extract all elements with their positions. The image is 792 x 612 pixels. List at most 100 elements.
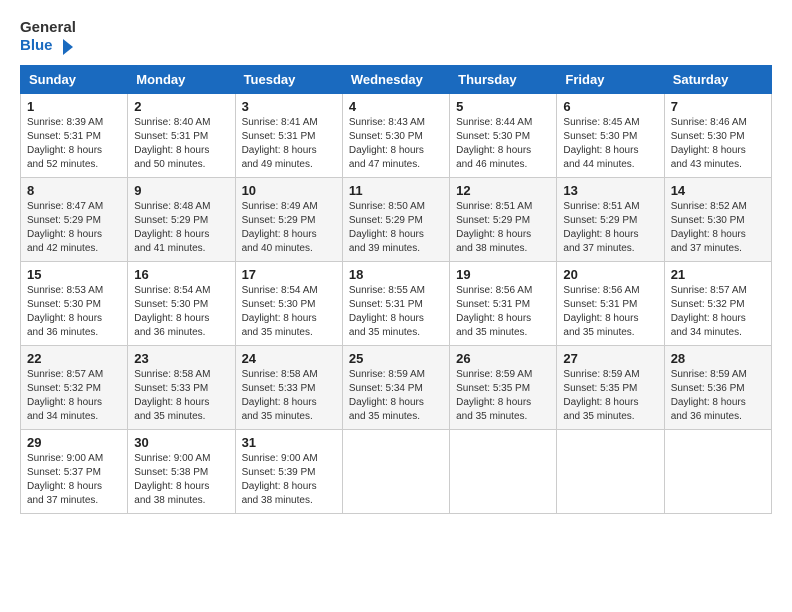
- day-info: Sunrise: 8:51 AM Sunset: 5:29 PM Dayligh…: [456, 200, 550, 256]
- calendar-cell: 21 Sunrise: 8:57 AM Sunset: 5:32 PM Dayli…: [664, 261, 771, 345]
- day-number: 30: [134, 435, 228, 450]
- day-number: 22: [27, 351, 121, 366]
- day-info: Sunrise: 9:00 AM Sunset: 5:39 PM Dayligh…: [242, 452, 336, 508]
- logo-line2: Blue: [20, 38, 53, 55]
- calendar-cell: 25 Sunrise: 8:59 AM Sunset: 5:34 PM Dayli…: [342, 345, 449, 429]
- day-info: Sunrise: 8:48 AM Sunset: 5:29 PM Dayligh…: [134, 200, 228, 256]
- day-info: Sunrise: 8:56 AM Sunset: 5:31 PM Dayligh…: [563, 284, 657, 340]
- header-day-monday: Monday: [128, 65, 235, 93]
- calendar-cell: 8Sunrise: 8:47 AM Sunset: 5:29 PM Daylig…: [21, 177, 128, 261]
- day-info: Sunrise: 8:50 AM Sunset: 5:29 PM Dayligh…: [349, 200, 443, 256]
- day-number: 29: [27, 435, 121, 450]
- calendar-table: SundayMondayTuesdayWednesdayThursdayFrid…: [20, 65, 772, 514]
- calendar-cell: 14 Sunrise: 8:52 AM Sunset: 5:30 PM Dayli…: [664, 177, 771, 261]
- day-number: 17: [242, 267, 336, 282]
- day-info: Sunrise: 8:46 AM Sunset: 5:30 PM Dayligh…: [671, 116, 765, 172]
- calendar-cell: 30Sunrise: 9:00 AM Sunset: 5:38 PM Dayli…: [128, 429, 235, 513]
- day-info: Sunrise: 8:59 AM Sunset: 5:36 PM Dayligh…: [671, 368, 765, 424]
- day-info: Sunrise: 8:59 AM Sunset: 5:34 PM Dayligh…: [349, 368, 443, 424]
- day-number: 6: [563, 99, 657, 114]
- calendar-cell: 2 Sunrise: 8:40 AM Sunset: 5:31 PM Daylig…: [128, 93, 235, 177]
- day-info: Sunrise: 8:45 AM Sunset: 5:30 PM Dayligh…: [563, 116, 657, 172]
- day-info: Sunrise: 8:58 AM Sunset: 5:33 PM Dayligh…: [242, 368, 336, 424]
- day-number: 21: [671, 267, 765, 282]
- calendar-week-row: 29 Sunrise: 9:00 AM Sunset: 5:37 PM Dayli…: [21, 429, 772, 513]
- logo-graphic: General Blue: [20, 20, 76, 57]
- calendar-cell: [450, 429, 557, 513]
- day-number: 25: [349, 351, 443, 366]
- logo-arrow-icon: [55, 37, 75, 57]
- day-info: Sunrise: 8:40 AM Sunset: 5:31 PM Dayligh…: [134, 116, 228, 172]
- calendar-cell: 29 Sunrise: 9:00 AM Sunset: 5:37 PM Dayli…: [21, 429, 128, 513]
- header-day-friday: Friday: [557, 65, 664, 93]
- calendar-cell: 19Sunrise: 8:56 AM Sunset: 5:31 PM Dayli…: [450, 261, 557, 345]
- day-number: 7: [671, 99, 765, 114]
- calendar-cell: [342, 429, 449, 513]
- day-info: Sunrise: 8:57 AM Sunset: 5:32 PM Dayligh…: [27, 368, 121, 424]
- day-number: 3: [242, 99, 336, 114]
- header-day-sunday: Sunday: [21, 65, 128, 93]
- calendar-cell: 13Sunrise: 8:51 AM Sunset: 5:29 PM Dayli…: [557, 177, 664, 261]
- calendar-cell: 26 Sunrise: 8:59 AM Sunset: 5:35 PM Dayli…: [450, 345, 557, 429]
- calendar-week-row: 8Sunrise: 8:47 AM Sunset: 5:29 PM Daylig…: [21, 177, 772, 261]
- day-info: Sunrise: 8:44 AM Sunset: 5:30 PM Dayligh…: [456, 116, 550, 172]
- header-day-thursday: Thursday: [450, 65, 557, 93]
- day-number: 15: [27, 267, 121, 282]
- day-number: 2: [134, 99, 228, 114]
- day-number: 11: [349, 183, 443, 198]
- day-info: Sunrise: 8:53 AM Sunset: 5:30 PM Dayligh…: [27, 284, 121, 340]
- day-info: Sunrise: 8:43 AM Sunset: 5:30 PM Dayligh…: [349, 116, 443, 172]
- calendar-cell: 24Sunrise: 8:58 AM Sunset: 5:33 PM Dayli…: [235, 345, 342, 429]
- calendar-week-row: 15 Sunrise: 8:53 AM Sunset: 5:30 PM Dayli…: [21, 261, 772, 345]
- calendar-cell: 9 Sunrise: 8:48 AM Sunset: 5:29 PM Daylig…: [128, 177, 235, 261]
- calendar-week-row: 1Sunrise: 8:39 AM Sunset: 5:31 PM Daylig…: [21, 93, 772, 177]
- header-day-saturday: Saturday: [664, 65, 771, 93]
- day-info: Sunrise: 8:54 AM Sunset: 5:30 PM Dayligh…: [134, 284, 228, 340]
- calendar-week-row: 22 Sunrise: 8:57 AM Sunset: 5:32 PM Dayli…: [21, 345, 772, 429]
- day-info: Sunrise: 8:54 AM Sunset: 5:30 PM Dayligh…: [242, 284, 336, 340]
- day-info: Sunrise: 8:57 AM Sunset: 5:32 PM Dayligh…: [671, 284, 765, 340]
- day-number: 13: [563, 183, 657, 198]
- calendar-cell: 3 Sunrise: 8:41 AM Sunset: 5:31 PM Daylig…: [235, 93, 342, 177]
- calendar-cell: 18Sunrise: 8:55 AM Sunset: 5:31 PM Dayli…: [342, 261, 449, 345]
- day-number: 27: [563, 351, 657, 366]
- day-number: 10: [242, 183, 336, 198]
- day-info: Sunrise: 8:52 AM Sunset: 5:30 PM Dayligh…: [671, 200, 765, 256]
- day-number: 8: [27, 183, 121, 198]
- day-info: Sunrise: 8:41 AM Sunset: 5:31 PM Dayligh…: [242, 116, 336, 172]
- header-day-tuesday: Tuesday: [235, 65, 342, 93]
- day-number: 4: [349, 99, 443, 114]
- calendar-cell: 28 Sunrise: 8:59 AM Sunset: 5:36 PM Dayli…: [664, 345, 771, 429]
- calendar-cell: 11 Sunrise: 8:50 AM Sunset: 5:29 PM Dayli…: [342, 177, 449, 261]
- calendar-cell: 22 Sunrise: 8:57 AM Sunset: 5:32 PM Dayli…: [21, 345, 128, 429]
- calendar-cell: 23Sunrise: 8:58 AM Sunset: 5:33 PM Dayli…: [128, 345, 235, 429]
- calendar-cell: 27 Sunrise: 8:59 AM Sunset: 5:35 PM Dayli…: [557, 345, 664, 429]
- calendar-cell: 6 Sunrise: 8:45 AM Sunset: 5:30 PM Daylig…: [557, 93, 664, 177]
- header-day-wednesday: Wednesday: [342, 65, 449, 93]
- day-info: Sunrise: 8:56 AM Sunset: 5:31 PM Dayligh…: [456, 284, 550, 340]
- day-number: 9: [134, 183, 228, 198]
- day-info: Sunrise: 8:59 AM Sunset: 5:35 PM Dayligh…: [456, 368, 550, 424]
- day-number: 14: [671, 183, 765, 198]
- day-number: 26: [456, 351, 550, 366]
- calendar-header-row: SundayMondayTuesdayWednesdayThursdayFrid…: [21, 65, 772, 93]
- calendar-cell: 7 Sunrise: 8:46 AM Sunset: 5:30 PM Daylig…: [664, 93, 771, 177]
- day-info: Sunrise: 9:00 AM Sunset: 5:37 PM Dayligh…: [27, 452, 121, 508]
- day-number: 18: [349, 267, 443, 282]
- day-number: 16: [134, 267, 228, 282]
- calendar-cell: 5Sunrise: 8:44 AM Sunset: 5:30 PM Daylig…: [450, 93, 557, 177]
- calendar-cell: 17 Sunrise: 8:54 AM Sunset: 5:30 PM Dayli…: [235, 261, 342, 345]
- day-info: Sunrise: 8:59 AM Sunset: 5:35 PM Dayligh…: [563, 368, 657, 424]
- day-number: 1: [27, 99, 121, 114]
- day-number: 12: [456, 183, 550, 198]
- day-info: Sunrise: 8:49 AM Sunset: 5:29 PM Dayligh…: [242, 200, 336, 256]
- logo: General Blue: [20, 20, 76, 57]
- day-number: 28: [671, 351, 765, 366]
- calendar-cell: 16 Sunrise: 8:54 AM Sunset: 5:30 PM Dayli…: [128, 261, 235, 345]
- page-header: General Blue: [20, 20, 772, 57]
- calendar-cell: 20Sunrise: 8:56 AM Sunset: 5:31 PM Dayli…: [557, 261, 664, 345]
- calendar-cell: 4 Sunrise: 8:43 AM Sunset: 5:30 PM Daylig…: [342, 93, 449, 177]
- day-number: 31: [242, 435, 336, 450]
- day-number: 23: [134, 351, 228, 366]
- calendar-cell: [557, 429, 664, 513]
